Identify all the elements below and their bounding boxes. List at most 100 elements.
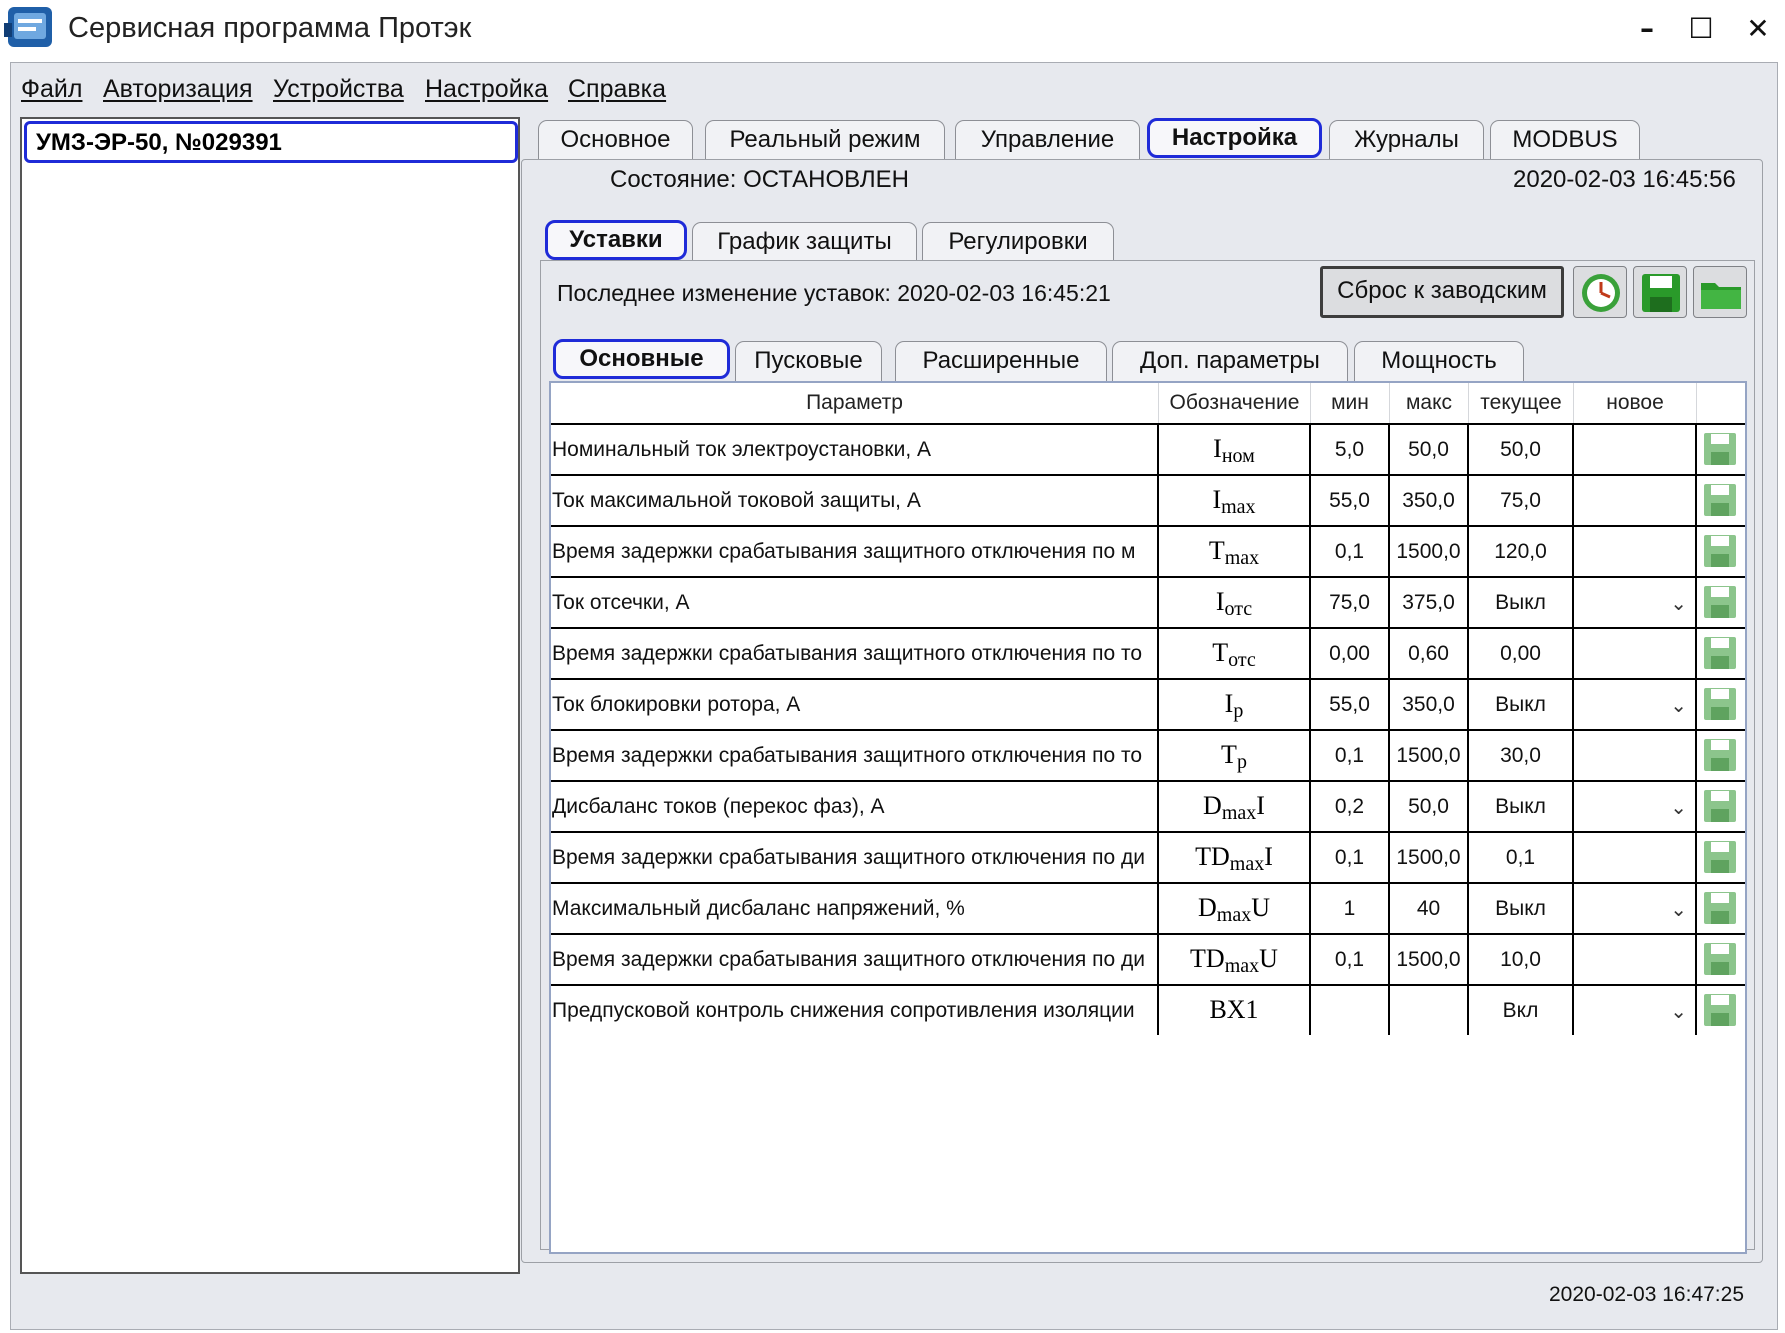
new-value-input[interactable]: ⌄ bbox=[1574, 578, 1697, 627]
row-save-button[interactable] bbox=[1697, 935, 1745, 984]
new-value-input[interactable]: ⌄ bbox=[1574, 782, 1697, 831]
symbol-subscript: max bbox=[1216, 904, 1252, 926]
row-save-button[interactable] bbox=[1697, 476, 1745, 525]
row-save-button[interactable] bbox=[1697, 629, 1745, 678]
table-row[interactable]: Ток максимальной токовой защиты, А Imax 55… bbox=[551, 474, 1745, 525]
new-value-input[interactable]: ⌄ bbox=[1574, 986, 1697, 1035]
save-icon bbox=[1704, 586, 1736, 618]
menu-settings[interactable]: Настройка bbox=[425, 75, 548, 104]
symbol-tail: I bbox=[1264, 842, 1273, 871]
column-header-min[interactable]: мин bbox=[1311, 383, 1390, 423]
table-row[interactable]: Ток отсечки, А Iотс 75,0 375,0 Выкл ⌄ bbox=[551, 576, 1745, 627]
parameter-name: Время задержки срабатывания защитного от… bbox=[551, 629, 1159, 678]
min-value: 0,1 bbox=[1311, 731, 1390, 780]
tab-control[interactable]: Управление bbox=[955, 120, 1140, 160]
current-value: 0,1 bbox=[1469, 833, 1574, 882]
table-row[interactable]: Время задержки срабатывания защитного от… bbox=[551, 525, 1745, 576]
new-value-input[interactable] bbox=[1574, 425, 1697, 474]
symbol-base: T bbox=[1221, 740, 1237, 769]
tab-protection-graph[interactable]: График защиты bbox=[692, 222, 917, 262]
row-save-button[interactable] bbox=[1697, 986, 1745, 1035]
menu-authorization[interactable]: Авторизация bbox=[103, 75, 253, 104]
symbol-subscript: отс bbox=[1224, 598, 1253, 620]
column-header-new[interactable]: новое bbox=[1574, 383, 1697, 423]
table-row[interactable]: Время задержки срабатывания защитного от… bbox=[551, 729, 1745, 780]
clock-button[interactable] bbox=[1573, 266, 1627, 318]
save-icon bbox=[1704, 535, 1736, 567]
menu-devices[interactable]: Устройства bbox=[273, 75, 404, 104]
table-row[interactable]: Ток блокировки ротора, А Iр 55,0 350,0 Выкл ⌄ bbox=[551, 678, 1745, 729]
tab-adjustments[interactable]: Регулировки bbox=[922, 222, 1114, 262]
table-row[interactable]: Номинальный ток электроустановки, А Iном 5… bbox=[551, 423, 1745, 474]
parameter-name: Время задержки срабатывания защитного от… bbox=[551, 527, 1159, 576]
row-save-button[interactable] bbox=[1697, 782, 1745, 831]
tab-extended[interactable]: Расширенные bbox=[895, 341, 1107, 381]
table-row[interactable]: Время задержки срабатывания защитного от… bbox=[551, 933, 1745, 984]
menu-file[interactable]: Файл bbox=[21, 75, 82, 104]
row-save-button[interactable] bbox=[1697, 680, 1745, 729]
table-row[interactable]: Дисбаланс токов (перекос фаз), А DmaxI 0,2… bbox=[551, 780, 1745, 831]
table-row[interactable]: Предпусковой контроль снижения сопротивл… bbox=[551, 984, 1745, 1035]
tab-startup[interactable]: Пусковые bbox=[735, 341, 882, 381]
symbol-base: TD bbox=[1190, 944, 1225, 973]
row-save-button[interactable] bbox=[1697, 425, 1745, 474]
new-value-input[interactable] bbox=[1574, 476, 1697, 525]
new-value-input[interactable] bbox=[1574, 833, 1697, 882]
table-row[interactable]: Максимальный дисбаланс напряжений, % Dmax… bbox=[551, 882, 1745, 933]
open-button[interactable] bbox=[1693, 266, 1747, 318]
row-save-button[interactable] bbox=[1697, 731, 1745, 780]
column-header-current[interactable]: текущее bbox=[1469, 383, 1574, 423]
chevron-down-icon[interactable]: ⌄ bbox=[1670, 579, 1687, 627]
clock-icon bbox=[1582, 274, 1620, 312]
chevron-down-icon[interactable]: ⌄ bbox=[1670, 783, 1687, 831]
table-row[interactable]: Время задержки срабатывания защитного от… bbox=[551, 831, 1745, 882]
device-item[interactable]: УМЗ-ЭР-50, №029391 bbox=[24, 121, 518, 163]
column-header-parameter[interactable]: Параметр bbox=[551, 383, 1159, 423]
minimize-button[interactable]: – bbox=[1622, 8, 1672, 50]
tab-power[interactable]: Мощность bbox=[1354, 341, 1524, 381]
symbol-tail: U bbox=[1251, 893, 1270, 922]
current-value: 0,00 bbox=[1469, 629, 1574, 678]
new-value-input[interactable] bbox=[1574, 935, 1697, 984]
last-change-text: Последнее изменение уставок: 2020-02-03 … bbox=[557, 280, 1111, 306]
column-header-max[interactable]: макс bbox=[1390, 383, 1469, 423]
title-bar: Сервисная программа Протэк – ☐ ✕ bbox=[0, 0, 1785, 58]
row-save-button[interactable] bbox=[1697, 833, 1745, 882]
tab-main[interactable]: Основное bbox=[538, 120, 693, 160]
new-value-input[interactable]: ⌄ bbox=[1574, 884, 1697, 933]
chevron-down-icon[interactable]: ⌄ bbox=[1670, 681, 1687, 729]
table-row[interactable]: Время задержки срабатывания защитного от… bbox=[551, 627, 1745, 678]
tab-additional-params[interactable]: Доп. параметры bbox=[1112, 341, 1348, 381]
column-header-symbol[interactable]: Обозначение bbox=[1159, 383, 1311, 423]
tab-logs[interactable]: Журналы bbox=[1329, 120, 1484, 160]
save-button[interactable] bbox=[1633, 266, 1687, 318]
settings-table: Параметр Обозначение мин макс текущее но… bbox=[549, 381, 1747, 1254]
chevron-down-icon[interactable]: ⌄ bbox=[1670, 885, 1687, 933]
row-save-button[interactable] bbox=[1697, 578, 1745, 627]
new-value-input[interactable]: ⌄ bbox=[1574, 680, 1697, 729]
symbol-base: D bbox=[1203, 791, 1222, 820]
new-value-input[interactable] bbox=[1574, 527, 1697, 576]
symbol-base: T bbox=[1208, 536, 1225, 565]
tab-realtime[interactable]: Реальный режим bbox=[705, 120, 945, 160]
close-button[interactable]: ✕ bbox=[1733, 8, 1783, 50]
tab-modbus[interactable]: MODBUS bbox=[1490, 120, 1640, 160]
current-value: 10,0 bbox=[1469, 935, 1574, 984]
parameter-name: Номинальный ток электроустановки, А bbox=[551, 425, 1159, 474]
menu-help[interactable]: Справка bbox=[568, 75, 666, 104]
tab-settings[interactable]: Настройка bbox=[1147, 118, 1322, 158]
status-bar-time: 2020-02-03 16:47:25 bbox=[1549, 1283, 1744, 1306]
chevron-down-icon[interactable]: ⌄ bbox=[1670, 987, 1687, 1035]
max-value: 1500,0 bbox=[1390, 833, 1469, 882]
new-value-input[interactable] bbox=[1574, 731, 1697, 780]
parameter-symbol: BX1 bbox=[1159, 986, 1311, 1035]
row-save-button[interactable] bbox=[1697, 527, 1745, 576]
new-value-input[interactable] bbox=[1574, 629, 1697, 678]
tab-setpoints[interactable]: Уставки bbox=[545, 220, 687, 260]
max-value: 1500,0 bbox=[1390, 527, 1469, 576]
save-icon bbox=[1704, 841, 1736, 873]
reset-to-factory-button[interactable]: Сброс к заводским bbox=[1320, 266, 1564, 318]
tab-basic[interactable]: Основные bbox=[553, 339, 730, 379]
maximize-button[interactable]: ☐ bbox=[1676, 8, 1726, 50]
row-save-button[interactable] bbox=[1697, 884, 1745, 933]
